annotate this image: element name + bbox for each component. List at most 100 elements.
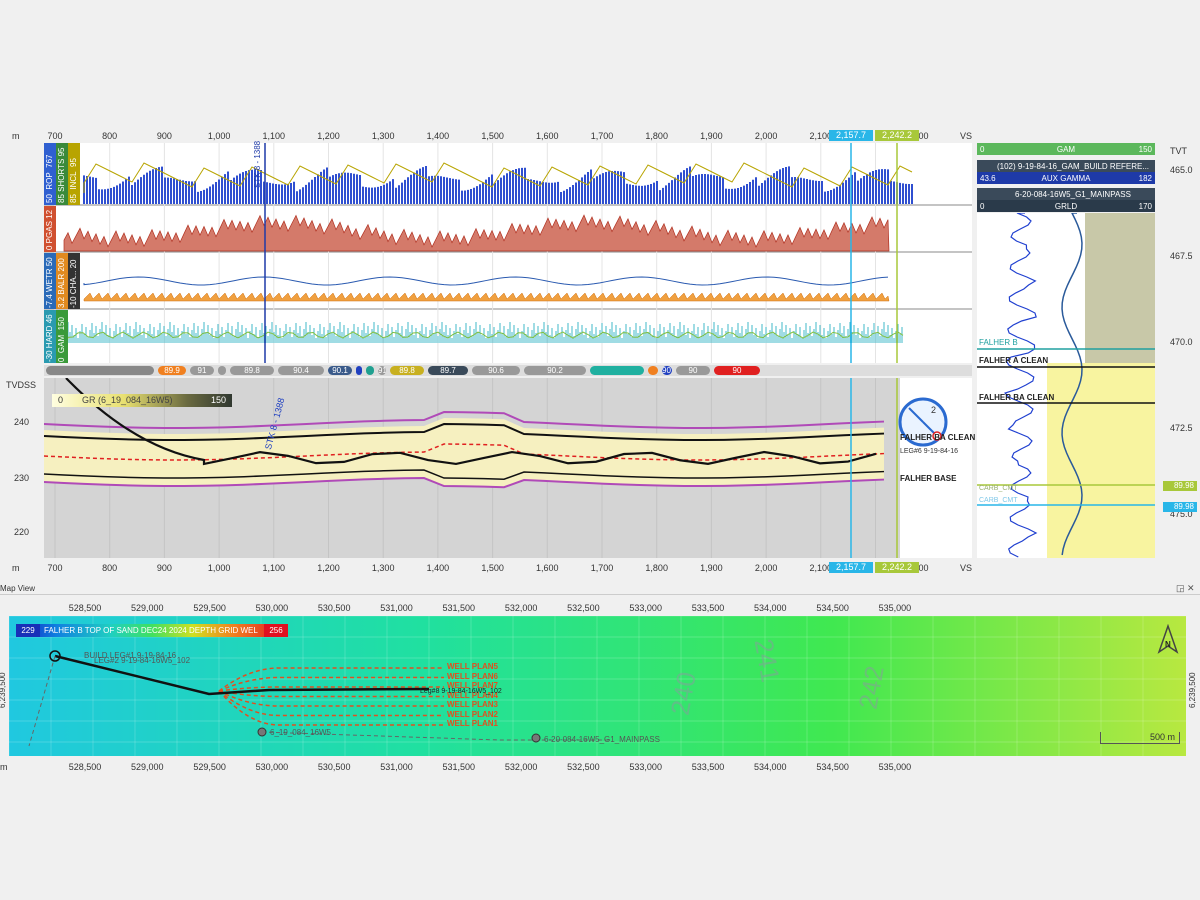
map-x-tick-top: 529,500 (193, 603, 226, 613)
type-log-header[interactable]: 0 GRLD 170 (977, 200, 1155, 212)
type-log-panel[interactable] (977, 213, 1155, 558)
top-axis-tick: 800 (102, 131, 118, 141)
rop-label: ROP (45, 172, 54, 190)
map-scale-bar: 500 m (1100, 732, 1180, 744)
bottom-axis-tick: 1,300 (371, 563, 395, 573)
map-x-tick-bottom: 530,500 (317, 762, 351, 772)
balr-label: BALR (57, 273, 66, 295)
top-axis-tick: 1,900 (700, 131, 723, 141)
bottom-axis-tick: 1,100 (262, 563, 286, 573)
pgas-label: PGAS (45, 221, 54, 244)
layer-label-a: FALHER BA CLEAN (900, 433, 976, 442)
top-axis-tick: 2,000 (754, 131, 778, 141)
top-axis-tick: 1,300 (371, 131, 395, 141)
map-x-tick-bottom: 531,500 (442, 762, 476, 772)
map-legend-name: FALHER B TOP OF SAND DEC24 2024 DEPTH GR… (44, 626, 258, 635)
inclination-pill[interactable] (590, 366, 644, 375)
top-axis-tick: 1,000 (207, 131, 231, 141)
inclination-pill[interactable]: 91 (190, 366, 214, 375)
rp-marker-1[interactable]: 89.98 (1163, 481, 1197, 491)
inclination-pill[interactable]: 89.8 (230, 366, 274, 375)
map-x-tick-bottom: 532,000 (504, 762, 538, 772)
offset-well-6-20-icon (531, 733, 541, 743)
top-axis-tick: 1,100 (262, 131, 286, 141)
inclination-pill[interactable] (218, 366, 226, 375)
map-x-tick-top: 532,000 (504, 603, 538, 613)
well-plan-label: WELL PLAN6 (447, 671, 498, 681)
map-x-tick-top: 530,000 (255, 603, 289, 613)
hard-label: HARD (45, 325, 54, 349)
tvt-tick: 467.5 (1170, 251, 1193, 261)
map-x-tick-bottom: 535,000 (878, 762, 912, 772)
map-x-tick-top: 534,500 (816, 603, 849, 613)
hard-curve (67, 322, 903, 343)
gr-legend-name: GR (6_19_084_16W5) (82, 395, 173, 405)
inclination-pill[interactable]: 90.6 (472, 366, 520, 375)
gr-legend[interactable]: 0 GR (6_19_084_16W5) 150 (52, 394, 232, 407)
inclination-pill[interactable] (366, 366, 374, 375)
type-log-header[interactable]: 0 GAM 150 (977, 143, 1155, 155)
inclination-pill[interactable]: 89.7 (428, 366, 468, 375)
bottom-axis-tick: 1,000 (207, 563, 231, 573)
inclination-pill[interactable]: 90 (714, 366, 760, 375)
vs-marker-b[interactable]: 2,242.2 (875, 130, 919, 141)
inclination-pill[interactable]: 89.9 (158, 366, 186, 375)
map-x-tick-top: 532,500 (567, 603, 600, 613)
rp-marker-2[interactable]: 89.98 (1163, 502, 1197, 512)
stk-label-track: STK 8 - 1388 (253, 140, 262, 188)
inclination-pill[interactable] (46, 366, 154, 375)
balr-curve (83, 292, 890, 302)
type-log-header[interactable]: 43.6 AUX GAMMA 182 (977, 172, 1155, 184)
vs-marker-a[interactable]: 2,157.7 (829, 130, 873, 141)
inclination-pill[interactable]: 91.5 (378, 366, 386, 375)
bottom-axis-tick: 1,800 (645, 563, 668, 573)
well-6-20: 6-20-084-16W5_G1_MAINPASS (544, 735, 660, 744)
top-axis-tick: 1,500 (481, 131, 504, 141)
map-legend[interactable]: 229 FALHER B TOP OF SAND DEC24 2024 DEPT… (16, 624, 288, 637)
map-x-tick-bottom: 532,500 (567, 762, 600, 772)
inclination-pill[interactable] (356, 366, 362, 375)
vs-marker-a-bottom[interactable]: 2,157.7 (829, 562, 873, 573)
type-log-header[interactable]: (102) 9-19-84-16_GAM_BUILD REFERE... (977, 160, 1155, 172)
map-x-tick-bottom: 531,000 (380, 762, 413, 772)
wetr-label: WETR (45, 268, 54, 292)
top-axis-tick: 900 (156, 131, 172, 141)
map-x-tick-bottom: 530,000 (255, 762, 289, 772)
inclination-pill[interactable]: 90.2 (524, 366, 586, 375)
top-axis-tick: 700 (47, 131, 63, 141)
map-x-tick-bottom: 529,500 (193, 762, 226, 772)
map-x-tick-top: 533,500 (691, 603, 725, 613)
top-axis-tick: 1,600 (536, 131, 559, 141)
bottom-axis-unit: m (12, 563, 20, 573)
map-x-tick-bottom: 533,500 (691, 762, 725, 772)
bottom-axis-tick: 1,700 (590, 563, 614, 573)
track4-labels: -30 HARD 46 0 GAM 150 (44, 310, 68, 363)
inclination-pill-bar[interactable]: 89.9 91 89.8 90.4 90.1 91.5 89.8 89.7 90.6 90.2 90… (44, 365, 972, 376)
tvdss-tick: 230 (14, 473, 30, 483)
map-view-window-controls[interactable]: ◲ ✕ (1176, 583, 1195, 594)
yellow-zone (1047, 363, 1155, 558)
type-log-header[interactable]: 6-20-084-16W5_G1_MAINPASS (977, 188, 1155, 200)
inclination-pill[interactable]: 90.4 (662, 366, 672, 375)
tvt-label: TVT (1170, 146, 1187, 156)
log-tracks-panel[interactable] (44, 143, 972, 363)
inclination-pill[interactable]: 90 (676, 366, 710, 375)
top-axis-tick: 1,200 (317, 131, 340, 141)
well-plan-label: WELL PLAN3 (447, 700, 498, 709)
bottom-axis-tick: 2,000 (754, 563, 778, 573)
well-6-19: 6_19_084_16W5 (270, 728, 331, 737)
inclination-pill[interactable] (648, 366, 658, 375)
layer-label-c: FALHER BASE (900, 474, 957, 483)
cha-label: CHA... (69, 270, 78, 295)
type-log-plot (977, 213, 1155, 558)
track2-labels: 0 PGAS 12 (44, 206, 56, 252)
bottom-axis-tick: 1,400 (426, 563, 450, 573)
inclination-pill[interactable]: 89.8 (390, 366, 424, 375)
offset-well-6-19-icon (257, 727, 267, 737)
inclination-pill[interactable]: 90.1 (328, 366, 352, 375)
top-axis-tick: 1,400 (426, 131, 450, 141)
tvdss-tick: 220 (14, 527, 30, 537)
inclination-pill[interactable]: 90.4 (278, 366, 324, 375)
gam-label: GAM (57, 334, 66, 354)
vs-marker-b-bottom[interactable]: 2,242.2 (875, 562, 919, 573)
